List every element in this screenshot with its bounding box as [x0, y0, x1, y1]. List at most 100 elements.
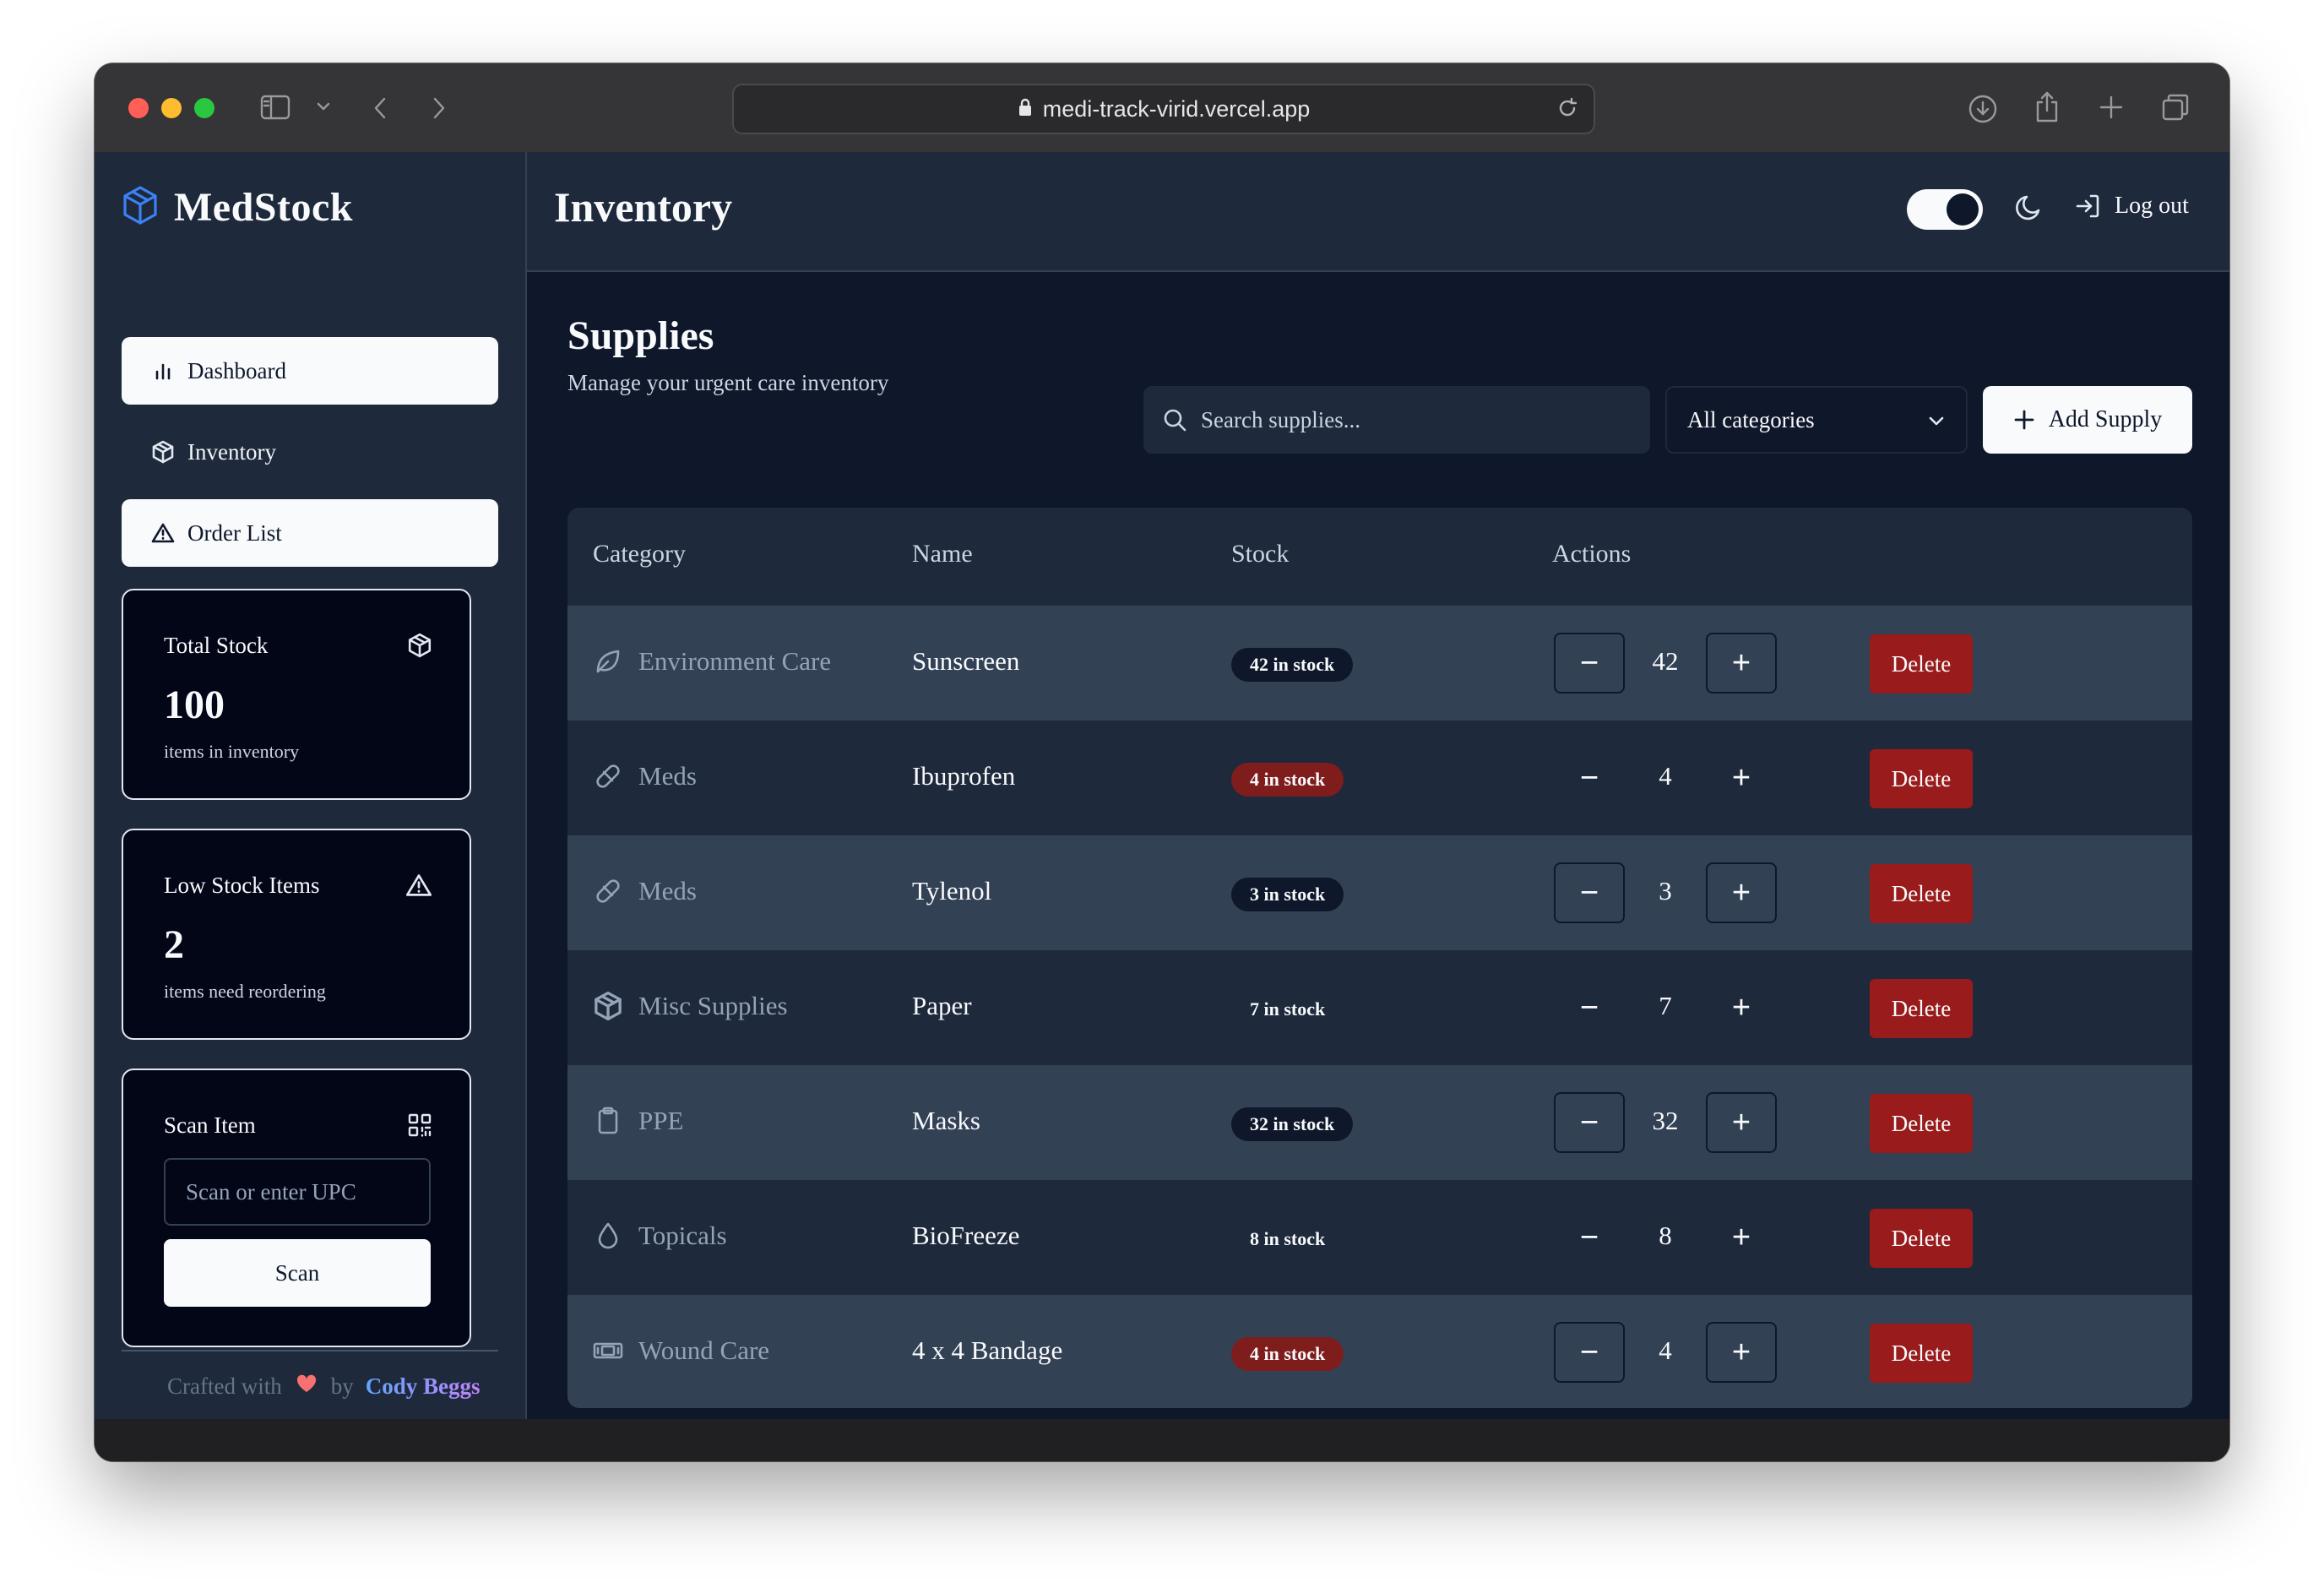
category-cell: Misc Supplies [593, 991, 788, 1021]
table-row: Topicals BioFreeze 8 in stock − 8 + Dele… [567, 1180, 2192, 1295]
delete-button[interactable]: Delete [1870, 1209, 1973, 1268]
column-header-name: Name [912, 540, 973, 568]
brand[interactable]: MedStock [122, 184, 353, 231]
increment-button[interactable]: + [1706, 633, 1777, 693]
search-input[interactable] [1199, 405, 1642, 434]
category-cell: Environment Care [593, 646, 831, 677]
nav-inventory-label: Inventory [187, 438, 276, 465]
decrement-button[interactable]: − [1554, 748, 1625, 808]
increment-button[interactable]: + [1706, 1322, 1777, 1383]
category-cell: Meds [593, 761, 697, 791]
footer-by: by [330, 1373, 354, 1399]
author-link[interactable]: Cody Beggs [366, 1373, 481, 1400]
table-row: PPE Masks 32 in stock − 32 + Delete [567, 1065, 2192, 1180]
download-icon[interactable] [1968, 94, 1998, 124]
back-icon[interactable] [372, 95, 388, 121]
scan-item-card: Scan Item Scan [122, 1069, 471, 1347]
close-window-button[interactable] [128, 98, 149, 118]
category-select[interactable]: All categories [1665, 386, 1968, 454]
item-name: Paper [912, 991, 972, 1020]
table-row: Meds Ibuprofen 4 in stock − 4 + Delete [567, 721, 2192, 835]
address-bar[interactable]: medi-track-virid.vercel.app [732, 84, 1595, 134]
nav-dashboard[interactable]: Dashboard [122, 337, 498, 405]
share-icon[interactable] [2033, 90, 2061, 124]
stock-badge: 8 in stock [1250, 1228, 1326, 1249]
category-label: Wound Care [638, 1335, 770, 1365]
stock-badge: 4 in stock [1231, 763, 1344, 797]
total-stock-value: 100 [164, 683, 225, 727]
logout-button[interactable]: Log out [2074, 193, 2189, 220]
tab-overview-icon[interactable] [2160, 92, 2191, 122]
nav-order-list[interactable]: Order List [122, 499, 498, 567]
stock-badge: 4 in stock [1231, 1337, 1344, 1371]
delete-button[interactable]: Delete [1870, 979, 1973, 1038]
decrement-button[interactable]: − [1554, 1322, 1625, 1383]
delete-button[interactable]: Delete [1870, 1094, 1973, 1153]
chevron-down-icon [1929, 416, 1944, 426]
delete-button[interactable]: Delete [1870, 634, 1973, 693]
upc-input[interactable] [164, 1158, 431, 1226]
item-name: Sunscreen [912, 646, 1020, 676]
add-supply-button[interactable]: Add Supply [1983, 386, 2192, 454]
stock-badge: 32 in stock [1231, 1107, 1354, 1141]
page-title: Inventory [554, 183, 733, 231]
category-cell: Meds [593, 876, 697, 906]
delete-button[interactable]: Delete [1870, 864, 1973, 923]
category-label: Meds [638, 761, 697, 791]
increment-button[interactable]: + [1706, 862, 1777, 923]
chevron-down-icon[interactable] [316, 101, 331, 112]
category-cell: Wound Care [593, 1335, 769, 1366]
decrement-button[interactable]: − [1554, 977, 1625, 1038]
window-bottom-strip [95, 1419, 2229, 1461]
quantity-value: 4 [1659, 1335, 1672, 1365]
low-stock-value: 2 [164, 922, 184, 967]
heart-icon [296, 1373, 318, 1400]
new-tab-icon[interactable] [2098, 94, 2125, 121]
theme-toggle[interactable] [1907, 189, 1983, 230]
category-label: Misc Supplies [638, 991, 788, 1020]
column-header-stock: Stock [1231, 540, 1290, 568]
scan-button[interactable]: Scan [164, 1239, 431, 1307]
bandage-icon [593, 1342, 623, 1359]
low-stock-card: Low Stock Items 2 items need reordering [122, 829, 471, 1040]
forward-icon[interactable] [431, 95, 448, 121]
quantity-value: 4 [1659, 761, 1672, 791]
table-row: Misc Supplies Paper 7 in stock − 7 + Del… [567, 950, 2192, 1065]
delete-button[interactable]: Delete [1870, 749, 1973, 808]
search-box[interactable] [1143, 386, 1650, 454]
table-row: Wound Care 4 x 4 Bandage 4 in stock − 4 … [567, 1295, 2192, 1408]
package-icon [122, 185, 159, 230]
quantity-value: 8 [1659, 1221, 1672, 1250]
low-stock-title: Low Stock Items [164, 873, 320, 898]
qr-code-icon [407, 1112, 432, 1142]
topbar: Inventory Log out [527, 152, 2229, 272]
sidebar-toggle-icon[interactable] [260, 94, 290, 121]
droplet-icon [598, 1222, 618, 1249]
decrement-button[interactable]: − [1554, 1092, 1625, 1153]
app: MedStock Dashboard Inventory Order List [95, 152, 2229, 1419]
logout-label: Log out [2115, 193, 2189, 219]
item-name: BioFreeze [912, 1221, 1020, 1250]
column-header-category: Category [593, 540, 686, 568]
low-stock-subtitle: items need reordering [164, 981, 326, 1002]
increment-button[interactable]: + [1706, 977, 1777, 1038]
increment-button[interactable]: + [1706, 1207, 1777, 1268]
increment-button[interactable]: + [1706, 1092, 1777, 1153]
stock-badge: 3 in stock [1231, 878, 1344, 911]
reload-icon[interactable] [1556, 97, 1578, 125]
pill-icon [596, 879, 620, 903]
decrement-button[interactable]: − [1554, 633, 1625, 693]
sidebar-divider [122, 1350, 498, 1351]
main-content: Inventory Log out Supplies Manage your u… [527, 152, 2229, 1419]
nav-inventory[interactable]: Inventory [122, 418, 498, 486]
decrement-button[interactable]: − [1554, 1207, 1625, 1268]
clipboard-icon [598, 1107, 618, 1134]
minimize-window-button[interactable] [161, 98, 182, 118]
maximize-window-button[interactable] [194, 98, 214, 118]
decrement-button[interactable]: − [1554, 862, 1625, 923]
increment-button[interactable]: + [1706, 748, 1777, 808]
delete-button[interactable]: Delete [1870, 1324, 1973, 1383]
total-stock-title: Total Stock [164, 633, 269, 658]
supplies-table: Category Name Stock Actions Environment … [567, 508, 2192, 1408]
sidebar: MedStock Dashboard Inventory Order List [95, 152, 527, 1419]
